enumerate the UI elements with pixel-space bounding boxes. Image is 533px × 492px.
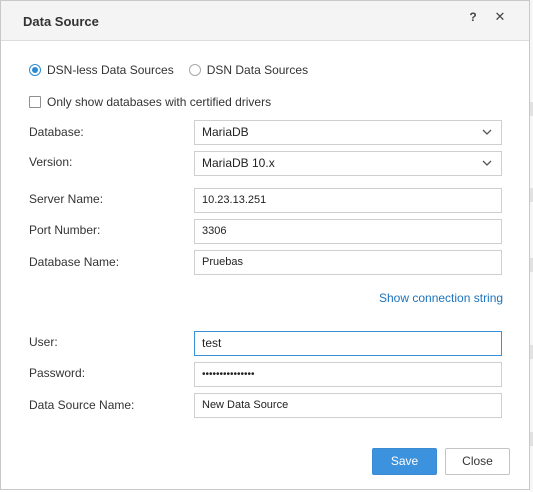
close-icon[interactable]: ✕ (492, 9, 508, 25)
password-input[interactable]: ••••••••••••••• (194, 362, 502, 387)
certified-drivers-row: Only show databases with certified drive… (29, 95, 286, 109)
server-name-input[interactable]: 10.23.13.251 (194, 188, 502, 213)
certified-drivers-label[interactable]: Only show databases with certified drive… (47, 95, 271, 109)
save-button[interactable]: Save (372, 448, 437, 475)
database-select[interactable]: MariaDB (194, 120, 502, 145)
data-source-name-input[interactable]: New Data Source (194, 393, 502, 418)
radio-dsn-less[interactable] (29, 64, 41, 76)
data-source-name-label: Data Source Name: (29, 398, 135, 412)
port-number-input[interactable]: 3306 (194, 219, 502, 244)
version-label: Version: (29, 155, 73, 169)
user-label: User: (29, 335, 58, 349)
port-number-label: Port Number: (29, 223, 101, 237)
show-connection-string-link[interactable]: Show connection string (379, 291, 503, 305)
version-select-value: MariaDB 10.x (202, 156, 275, 170)
radio-dsn-less-label[interactable]: DSN-less Data Sources (47, 63, 174, 77)
version-select[interactable]: MariaDB 10.x (194, 151, 502, 176)
help-icon[interactable]: ? (465, 9, 481, 25)
chevron-down-icon (482, 160, 492, 166)
close-button[interactable]: Close (445, 448, 510, 475)
certified-drivers-checkbox[interactable] (29, 96, 41, 108)
dialog-title: Data Source (23, 14, 99, 29)
radio-dsn[interactable] (188, 64, 201, 76)
radio-dsn-label[interactable]: DSN Data Sources (207, 63, 308, 77)
database-name-input[interactable]: Pruebas (194, 250, 502, 275)
dialog-titlebar: Data Source ? ✕ (1, 1, 529, 41)
database-label: Database: (29, 125, 84, 139)
database-name-label: Database Name: (29, 255, 120, 269)
database-select-value: MariaDB (202, 125, 249, 139)
data-source-dialog: Data Source ? ✕ DSN-less Data Sources DS… (0, 0, 530, 490)
server-name-label: Server Name: (29, 192, 104, 206)
user-input[interactable]: test (194, 331, 502, 356)
source-type-radio-group: DSN-less Data Sources DSN Data Sources (29, 63, 323, 77)
password-label: Password: (29, 366, 86, 380)
chevron-down-icon (482, 129, 492, 135)
